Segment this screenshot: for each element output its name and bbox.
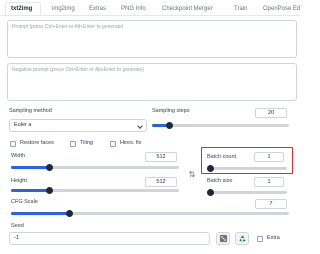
sampling-steps-slider[interactable]	[152, 121, 289, 129]
swap-dimensions-icon[interactable]: ⇅	[186, 168, 198, 182]
batch-size-input[interactable]: 1	[254, 177, 284, 187]
restore-faces-label: Restore faces	[20, 140, 54, 146]
hires-fix-checkbox[interactable]	[110, 141, 116, 147]
reuse-seed-button[interactable]	[235, 232, 249, 245]
dice-icon	[219, 234, 227, 243]
tab-img2img[interactable]: img2img	[52, 5, 75, 14]
restore-faces-checkbox[interactable]	[10, 141, 16, 147]
sampling-steps-input[interactable]: 20	[255, 108, 287, 118]
tiling-label: Tiling	[80, 140, 93, 146]
tab-png-info[interactable]: PNG Info	[121, 5, 146, 14]
tab-train[interactable]: Train	[234, 5, 247, 14]
cfg-scale-thumb[interactable]	[65, 209, 73, 217]
cfg-scale-slider[interactable]	[11, 209, 289, 217]
batch-size-slider[interactable]	[207, 188, 287, 196]
sampling-method-value: Euler a	[14, 122, 32, 128]
cfg-scale-fill	[11, 212, 70, 215]
seed-input[interactable]: -1	[9, 232, 210, 245]
tiling-checkbox[interactable]	[70, 141, 76, 147]
sampling-steps-thumb[interactable]	[166, 121, 174, 129]
random-seed-button[interactable]	[216, 232, 230, 245]
negative-prompt-input[interactable]: Negative prompt (press Ctrl+Enter or Alt…	[7, 63, 297, 101]
negative-prompt-placeholder: Negative prompt (press Ctrl+Enter or Alt…	[12, 67, 145, 73]
tab-checkpoint-merger[interactable]: Checkpoint Merger	[162, 5, 213, 14]
width-input[interactable]: 512	[145, 152, 177, 162]
width-slider[interactable]	[11, 163, 179, 171]
prompt-input[interactable]: Prompt (press Ctrl+Enter or Alt+Enter to…	[7, 20, 297, 58]
cfg-scale-label: CFG Scale	[11, 199, 38, 205]
height-slider[interactable]	[11, 186, 179, 194]
width-label: Width	[11, 153, 26, 159]
height-label: Height	[11, 178, 27, 184]
sampling-method-select[interactable]: Euler a	[9, 119, 147, 132]
recycle-icon	[238, 235, 246, 242]
chevron-down-icon	[137, 123, 143, 129]
height-fill	[11, 189, 50, 192]
height-input[interactable]: 512	[145, 177, 177, 187]
tab-txt2img[interactable]: txt2img	[11, 5, 32, 14]
width-thumb[interactable]	[46, 163, 54, 171]
extra-checkbox[interactable]	[257, 236, 263, 242]
tab-bar-divider	[0, 15, 300, 16]
width-fill	[11, 166, 50, 169]
seed-label: Seed	[11, 223, 24, 229]
prompt-placeholder: Prompt (press Ctrl+Enter or Alt+Enter to…	[12, 24, 124, 30]
batch-size-label: Batch size	[207, 178, 233, 184]
batch-size-thumb[interactable]	[207, 188, 214, 196]
sampling-steps-label: Sampling steps	[152, 108, 190, 114]
hires-fix-label: Hires. fix	[120, 140, 142, 146]
batch-count-highlight	[201, 147, 293, 174]
tab-extras[interactable]: Extras	[89, 5, 106, 14]
cfg-scale-input[interactable]: 7	[255, 199, 287, 209]
tab-openpose-editor[interactable]: OpenPose Ed	[263, 5, 300, 14]
sampling-method-label: Sampling method	[9, 108, 52, 114]
extra-label: Extra	[267, 235, 280, 241]
height-thumb[interactable]	[46, 186, 54, 194]
